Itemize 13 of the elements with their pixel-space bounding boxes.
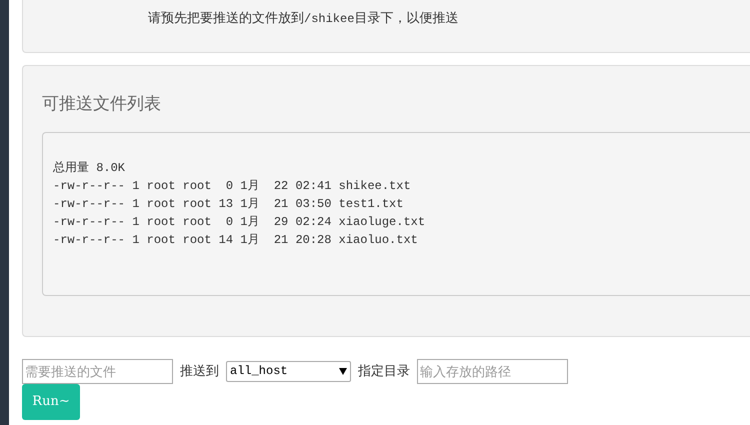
listing-line: -rw-r--r-- 1 root root 0 1月 22 02:41 shikee.txt — [53, 178, 411, 195]
dropdown-icon — [339, 368, 347, 374]
panel-title: 可推送文件列表 — [42, 93, 162, 115]
push-to-label: 推送到 — [180, 362, 219, 380]
file-field[interactable]: 需要推送的文件 — [22, 358, 173, 384]
directory-label: 指定目录 — [358, 362, 410, 380]
listing-line: -rw-r--r-- 1 root root 0 1月 29 02:24 xiaoluge.txt — [53, 214, 426, 231]
listing-line: -rw-r--r-- 1 root root 14 1月 21 20:28 xiaoluo.txt — [53, 232, 418, 249]
listing-line: -rw-r--r-- 1 root root 13 1月 21 03:50 test1.txt — [53, 196, 404, 213]
notice-text: 请预先把要推送的文件放到/shikee目录下，以便推送 — [148, 10, 458, 25]
target-select[interactable]: all_host — [226, 360, 351, 382]
path-field[interactable]: 输入存放的路径 — [417, 358, 568, 384]
listing-line: 总用量 8.0K — [53, 160, 126, 177]
